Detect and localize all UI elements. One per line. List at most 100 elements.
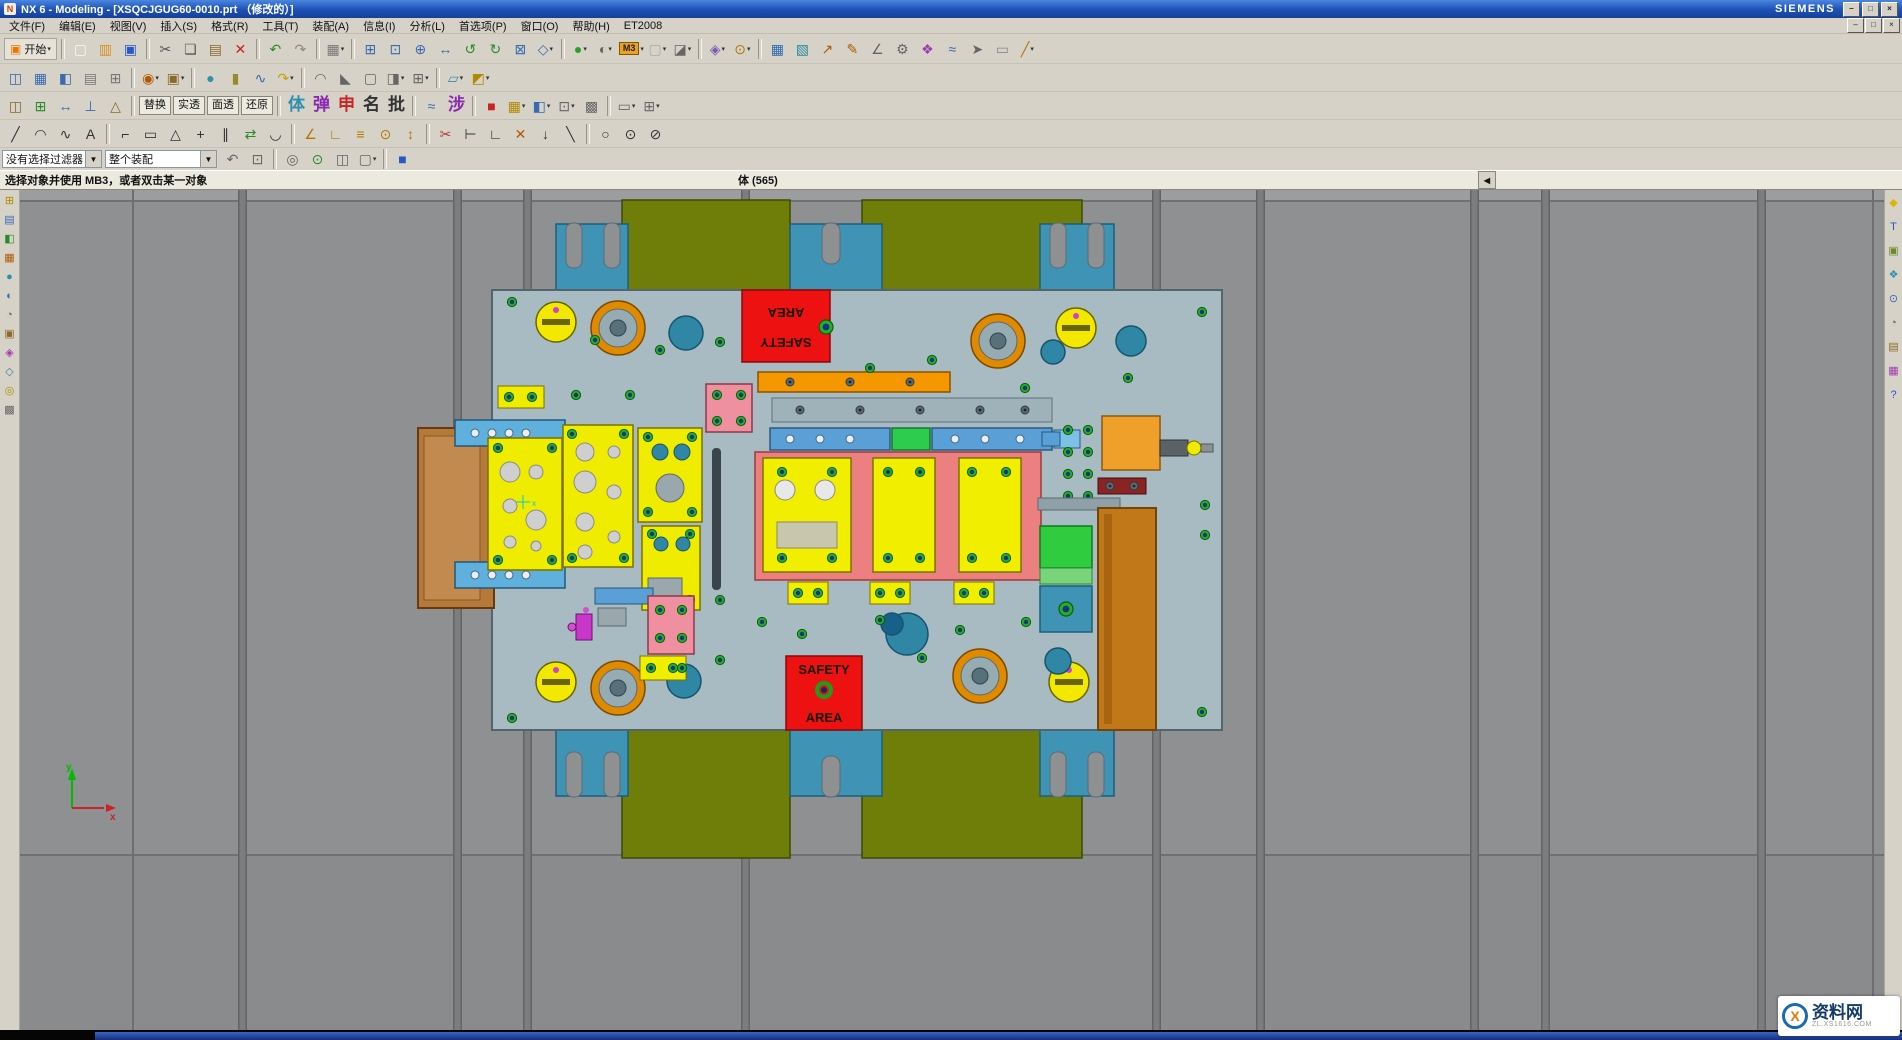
paste-icon[interactable]: ▤ — [204, 37, 227, 60]
spline-icon[interactable]: ∿ — [54, 122, 77, 145]
reference-icon[interactable]: ↕ — [399, 122, 422, 145]
menu-item-8[interactable]: 分析(L) — [402, 18, 451, 33]
derived-line-icon[interactable]: ╲ — [559, 122, 582, 145]
circle-icon[interactable]: ○ — [594, 122, 617, 145]
web-browser-icon[interactable]: ◐ — [2, 288, 18, 304]
hd3d-tool-icon[interactable]: ● — [2, 269, 18, 285]
intersect-curve-icon[interactable]: ✕ — [509, 122, 532, 145]
spring-macro-button[interactable]: 弹 — [310, 94, 333, 117]
select-previous-icon[interactable]: ↶ — [221, 148, 244, 171]
point-icon[interactable]: + — [189, 122, 212, 145]
assembly-navigator-icon[interactable]: ⊞ — [2, 193, 18, 209]
shaded-view-icon[interactable]: ◐▾ — [594, 37, 617, 60]
snap-point-icon[interactable]: ⊙▾ — [731, 37, 754, 60]
wave-geometry-icon[interactable]: ≈ — [420, 94, 443, 117]
close-button[interactable]: × — [1881, 2, 1898, 17]
wave-browser-icon[interactable]: ▦▾ — [505, 94, 528, 117]
refresh-icon[interactable]: ↻ — [484, 37, 507, 60]
polygon-icon[interactable]: △ — [164, 122, 187, 145]
center-circle-icon[interactable]: ⊙ — [619, 122, 642, 145]
clock-icon[interactable]: ◔ — [1886, 315, 1902, 331]
redo-icon[interactable]: ↷ — [289, 37, 312, 60]
assembly-constraint-icon[interactable]: ⊥ — [79, 94, 102, 117]
quick-trim-icon[interactable]: ✂ — [434, 122, 457, 145]
view-m3-button[interactable]: M3▾ — [619, 37, 644, 60]
menu-item-12[interactable]: ET2008 — [617, 18, 670, 33]
edge-blend-icon[interactable]: ◠ — [309, 66, 332, 89]
interior-select-icon[interactable]: ⊙ — [306, 148, 329, 171]
grid-icon[interactable]: ▦ — [29, 66, 52, 89]
box-select-icon[interactable]: ▣▾ — [164, 66, 187, 89]
doc-restore-button[interactable]: □ — [1865, 18, 1882, 33]
make-corner-icon[interactable]: ∟ — [484, 122, 507, 145]
layers-icon[interactable]: ▤ — [1886, 339, 1902, 355]
safety-label-bottom[interactable]: SAFETY AREA — [786, 656, 862, 730]
pencil-slash-icon[interactable]: ╱▾ — [1016, 37, 1039, 60]
safety-label-top[interactable]: SAFETY AREA — [742, 290, 830, 362]
fit-view-icon[interactable]: ⊠ — [509, 37, 532, 60]
restore-button[interactable]: 还原 — [241, 96, 273, 115]
spheres-icon[interactable]: ❖ — [1886, 267, 1902, 283]
constraint-navigator-icon[interactable]: ▤ — [2, 212, 18, 228]
viewport-canvas[interactable]: SAFETY AREA SAFETY AREA x — [20, 190, 1884, 1030]
undo-icon[interactable]: ↶ — [264, 37, 287, 60]
trim-body-icon[interactable]: ◨▾ — [384, 66, 407, 89]
cylinder-icon[interactable]: ▮ — [224, 66, 247, 89]
menu-item-5[interactable]: 工具(T) — [255, 18, 305, 33]
menu-item-2[interactable]: 视图(V) — [103, 18, 154, 33]
help-icon[interactable]: ? — [1886, 387, 1902, 403]
zoom-in-icon[interactable]: ⊕ — [409, 37, 432, 60]
history-icon[interactable]: ◔ — [2, 307, 18, 323]
measure-icon[interactable]: ∠ — [866, 37, 889, 60]
shen-macro-button[interactable]: 申 — [335, 94, 358, 117]
molecule-icon[interactable]: ⊙ — [1886, 291, 1902, 307]
window-cascade-icon[interactable]: ⊞ — [359, 37, 382, 60]
body-macro-button[interactable]: 体 — [285, 94, 308, 117]
solid-cube-icon[interactable]: ■ — [391, 148, 414, 171]
manufacturing-wizard-icon[interactable]: ◇ — [2, 364, 18, 380]
extrude-icon[interactable]: ◩▾ — [469, 66, 492, 89]
menu-item-0[interactable]: 文件(F) — [2, 18, 52, 33]
face-transparent-button[interactable]: 面透 — [207, 96, 239, 115]
show-hide-icon[interactable]: ◈▾ — [706, 37, 729, 60]
doc-close-button[interactable]: × — [1883, 18, 1900, 33]
menu-item-11[interactable]: 帮助(H) — [565, 18, 616, 33]
quick-extend-icon[interactable]: ⊢ — [459, 122, 482, 145]
os-taskbar[interactable] — [95, 1032, 1902, 1040]
sphere-primitive-icon[interactable]: ● — [199, 66, 222, 89]
text-note-icon[interactable]: T — [1886, 219, 1902, 235]
pin-icon[interactable]: ◉▾ — [139, 66, 162, 89]
explode-icon[interactable]: △ — [104, 94, 127, 117]
roles-icon[interactable]: ◎ — [2, 383, 18, 399]
system-materials-icon[interactable]: ▣ — [2, 326, 18, 342]
ruler-icon[interactable]: ▭ — [991, 37, 1014, 60]
select-arrow-icon[interactable]: ➤ — [966, 37, 989, 60]
copy-icon[interactable]: ❏ — [179, 37, 202, 60]
menu-item-7[interactable]: 信息(I) — [356, 18, 402, 33]
open-file-icon[interactable]: ▥ — [94, 37, 117, 60]
layer-settings-icon[interactable]: ▧ — [791, 37, 814, 60]
show-constraints-icon[interactable]: ≡ — [349, 122, 372, 145]
perimeter-circle-icon[interactable]: ⊘ — [644, 122, 667, 145]
clearance-icon[interactable]: ▭▾ — [615, 94, 638, 117]
screen-split-icon[interactable]: ◫ — [4, 66, 27, 89]
save-icon[interactable]: ▣ — [119, 37, 142, 60]
punch-assembly[interactable] — [755, 372, 1080, 604]
profile-icon[interactable]: ⌐ — [114, 122, 137, 145]
menu-item-6[interactable]: 装配(A) — [305, 18, 356, 33]
frame-select-icon[interactable]: ▢▾ — [356, 148, 379, 171]
minimize-button[interactable]: – — [1843, 2, 1860, 17]
menu-item-4[interactable]: 格式(R) — [204, 18, 255, 33]
highlight-icon[interactable]: ◎ — [281, 148, 304, 171]
pan-icon[interactable]: ↔ — [434, 37, 457, 60]
annotation-icon[interactable]: ✎ — [841, 37, 864, 60]
freeform-icon[interactable]: ∿ — [249, 66, 272, 89]
gallery-icon[interactable]: ▦ — [1886, 363, 1902, 379]
arc-icon[interactable]: ◠ — [29, 122, 52, 145]
new-file-icon[interactable]: ▢ — [69, 37, 92, 60]
wave-link-icon[interactable]: ≈ — [941, 37, 964, 60]
background-icon[interactable]: ▢▾ — [646, 37, 669, 60]
pattern-icon[interactable]: ⊞▾ — [409, 66, 432, 89]
orient-view-icon[interactable]: ●▾ — [569, 37, 592, 60]
zoom-box-icon[interactable]: ⊡ — [384, 37, 407, 60]
